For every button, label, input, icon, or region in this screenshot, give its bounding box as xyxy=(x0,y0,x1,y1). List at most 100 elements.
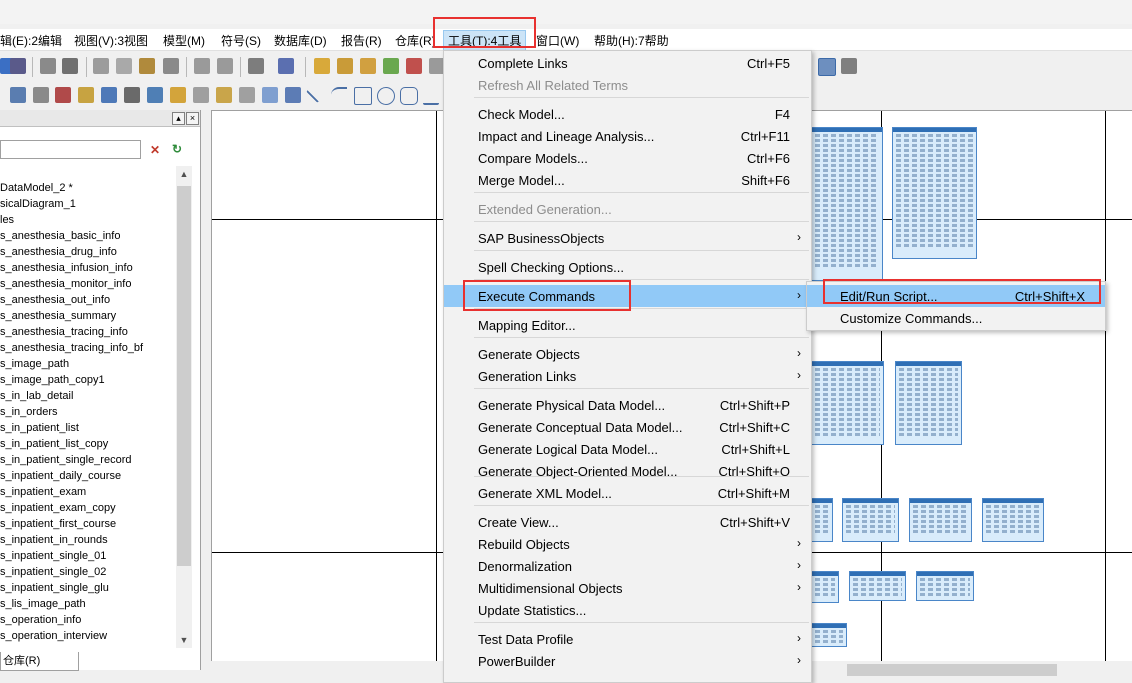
rounded-rectangle-icon[interactable] xyxy=(400,87,418,105)
print-icon[interactable] xyxy=(62,58,78,74)
view-mode-icon[interactable] xyxy=(818,58,836,76)
menu-item-update-statistics[interactable]: Update Statistics... xyxy=(444,599,811,621)
view-icon[interactable] xyxy=(124,87,140,103)
line-icon[interactable] xyxy=(306,83,326,103)
tree-item[interactable]: s_in_patient_list xyxy=(0,420,176,436)
menu-item-generate-physical-data-model[interactable]: Generate Physical Data Model... Ctrl+Shif… xyxy=(444,394,811,416)
menu-report[interactable]: 报告(R) xyxy=(341,32,382,49)
tree-item[interactable]: s_anesthesia_monitor_info xyxy=(0,276,176,292)
ellipse-icon[interactable] xyxy=(377,87,395,105)
check-icon[interactable] xyxy=(406,58,422,74)
tree-item[interactable]: s_inpatient_single_02 xyxy=(0,564,176,580)
open-icon[interactable] xyxy=(10,58,26,74)
menu-item-spell-checking-options[interactable]: Spell Checking Options... xyxy=(444,256,811,278)
tree-item[interactable]: DataModel_2 * xyxy=(0,180,176,196)
menu-item-impact-and-lineage-analysis[interactable]: Impact and Lineage Analysis... Ctrl+F11 xyxy=(444,125,811,147)
table-icon[interactable] xyxy=(101,87,117,103)
table-entity[interactable] xyxy=(811,623,847,647)
link-icon[interactable] xyxy=(239,87,255,103)
properties-icon[interactable] xyxy=(248,58,264,74)
menu-item-generate-xml-model[interactable]: Generate XML Model... Ctrl+Shift+M xyxy=(444,482,811,504)
zoom-icon[interactable] xyxy=(10,87,26,103)
table-entity[interactable] xyxy=(916,571,974,601)
text-tool-icon[interactable] xyxy=(262,87,278,103)
package-palette-icon[interactable] xyxy=(78,87,94,103)
scissors-icon[interactable] xyxy=(55,87,71,103)
delete-icon[interactable] xyxy=(163,58,179,74)
scroll-down-icon[interactable]: ▼ xyxy=(176,632,192,648)
table-entity[interactable] xyxy=(892,127,977,259)
menu-item-generate-conceptual-data-model[interactable]: Generate Conceptual Data Model... Ctrl+Sh… xyxy=(444,416,811,438)
tree-item[interactable]: s_inpatient_exam xyxy=(0,484,176,500)
menu-window[interactable]: 窗口(W) xyxy=(536,32,579,49)
tree-item[interactable]: s_lis_image_path xyxy=(0,596,176,612)
table-entity[interactable] xyxy=(895,361,962,445)
browser-search-input[interactable] xyxy=(0,140,141,159)
refresh-icon[interactable] xyxy=(383,58,399,74)
table-entity[interactable] xyxy=(849,571,906,601)
tree-item[interactable]: s_image_path_copy1 xyxy=(0,372,176,388)
menu-item-create-view[interactable]: Create View... Ctrl+Shift+V xyxy=(444,511,811,533)
table-entity[interactable] xyxy=(811,498,833,542)
file-icon[interactable] xyxy=(193,87,209,103)
menu-symbol[interactable]: 符号(S) xyxy=(221,32,261,49)
menu-item-generate-logical-data-model[interactable]: Generate Logical Data Model... Ctrl+Shift… xyxy=(444,438,811,460)
scrollbar-thumb[interactable] xyxy=(177,186,191,566)
arc-icon[interactable] xyxy=(331,87,347,105)
undo-icon[interactable] xyxy=(194,58,210,74)
menu-item-generate-objects[interactable]: Generate Objects › xyxy=(444,343,811,365)
menu-edit[interactable]: 辑(E):2编辑 xyxy=(0,32,62,49)
tree-item[interactable]: s_operation_interview xyxy=(0,628,176,644)
tree-item[interactable]: s_inpatient_first_course xyxy=(0,516,176,532)
table-entity[interactable] xyxy=(982,498,1044,542)
menu-tools[interactable]: 工具(T):4工具 xyxy=(443,30,527,51)
menu-item-mapping-editor[interactable]: Mapping Editor... xyxy=(444,314,811,336)
menu-item-complete-links[interactable]: Complete Links Ctrl+F5 xyxy=(444,52,811,74)
tree-item[interactable]: s_in_patient_list_copy xyxy=(0,436,176,452)
tab-repository[interactable]: 仓库(R) xyxy=(0,652,79,671)
menu-item-compare-models[interactable]: Compare Models... Ctrl+F6 xyxy=(444,147,811,169)
menu-view[interactable]: 视图(V):3视图 xyxy=(74,32,148,49)
tree-item[interactable]: s_inpatient_single_01 xyxy=(0,548,176,564)
scroll-up-icon[interactable]: ▲ xyxy=(176,166,192,182)
table-entity[interactable] xyxy=(811,361,884,445)
menu-item-sap-businessobjects[interactable]: SAP BusinessObjects › xyxy=(444,227,811,249)
tree-item[interactable]: s_inpatient_in_rounds xyxy=(0,532,176,548)
tree-item[interactable]: s_inpatient_single_glu xyxy=(0,580,176,596)
menu-item-execute-commands[interactable]: Execute Commands › xyxy=(444,285,811,307)
menu-repository[interactable]: 仓库(R) xyxy=(395,32,436,49)
menu-item-powerbuilder[interactable]: PowerBuilder › xyxy=(444,650,811,672)
copy-icon[interactable] xyxy=(116,58,132,74)
reference-icon[interactable] xyxy=(147,87,163,103)
menu-item-check-model[interactable]: Check Model... F4 xyxy=(444,103,811,125)
table-entity[interactable] xyxy=(811,127,883,281)
submenu-item-customize-commands[interactable]: Customize Commands... xyxy=(807,307,1105,329)
table-entity[interactable] xyxy=(842,498,899,542)
tree-item[interactable]: s_anesthesia_tracing_info xyxy=(0,324,176,340)
tree-item[interactable]: s_operation_info xyxy=(0,612,176,628)
table-entity[interactable] xyxy=(909,498,972,542)
menu-item-denormalization[interactable]: Denormalization › xyxy=(444,555,811,577)
cut-icon[interactable] xyxy=(93,58,109,74)
tree-item[interactable]: s_image_path xyxy=(0,356,176,372)
paste-icon[interactable] xyxy=(139,58,155,74)
redo-icon[interactable] xyxy=(217,58,233,74)
tree-item[interactable]: s_inpatient_daily_course xyxy=(0,468,176,484)
polyline-icon[interactable] xyxy=(423,87,439,105)
pin-icon[interactable]: ▴ xyxy=(172,112,185,125)
menu-model[interactable]: 模型(M) xyxy=(163,32,205,49)
tree-item[interactable]: sicalDiagram_1 xyxy=(0,196,176,212)
package-icon[interactable] xyxy=(337,58,353,74)
tree-item[interactable]: s_anesthesia_tracing_info_bf xyxy=(0,340,176,356)
procedure-icon[interactable] xyxy=(170,87,186,103)
print-preview-icon[interactable] xyxy=(40,58,56,74)
note-icon[interactable] xyxy=(216,87,232,103)
tree-item[interactable]: s_inpatient_exam_copy xyxy=(0,500,176,516)
menu-item-rebuild-objects[interactable]: Rebuild Objects › xyxy=(444,533,811,555)
tree-item[interactable]: s_anesthesia_summary xyxy=(0,308,176,324)
rectangle-icon[interactable] xyxy=(354,87,372,105)
menu-item-multidimensional-objects[interactable]: Multidimensional Objects › xyxy=(444,577,811,599)
tree-item[interactable]: s_in_lab_detail xyxy=(0,388,176,404)
menu-item-generation-links[interactable]: Generation Links › xyxy=(444,365,811,387)
folder-icon[interactable] xyxy=(314,58,330,74)
